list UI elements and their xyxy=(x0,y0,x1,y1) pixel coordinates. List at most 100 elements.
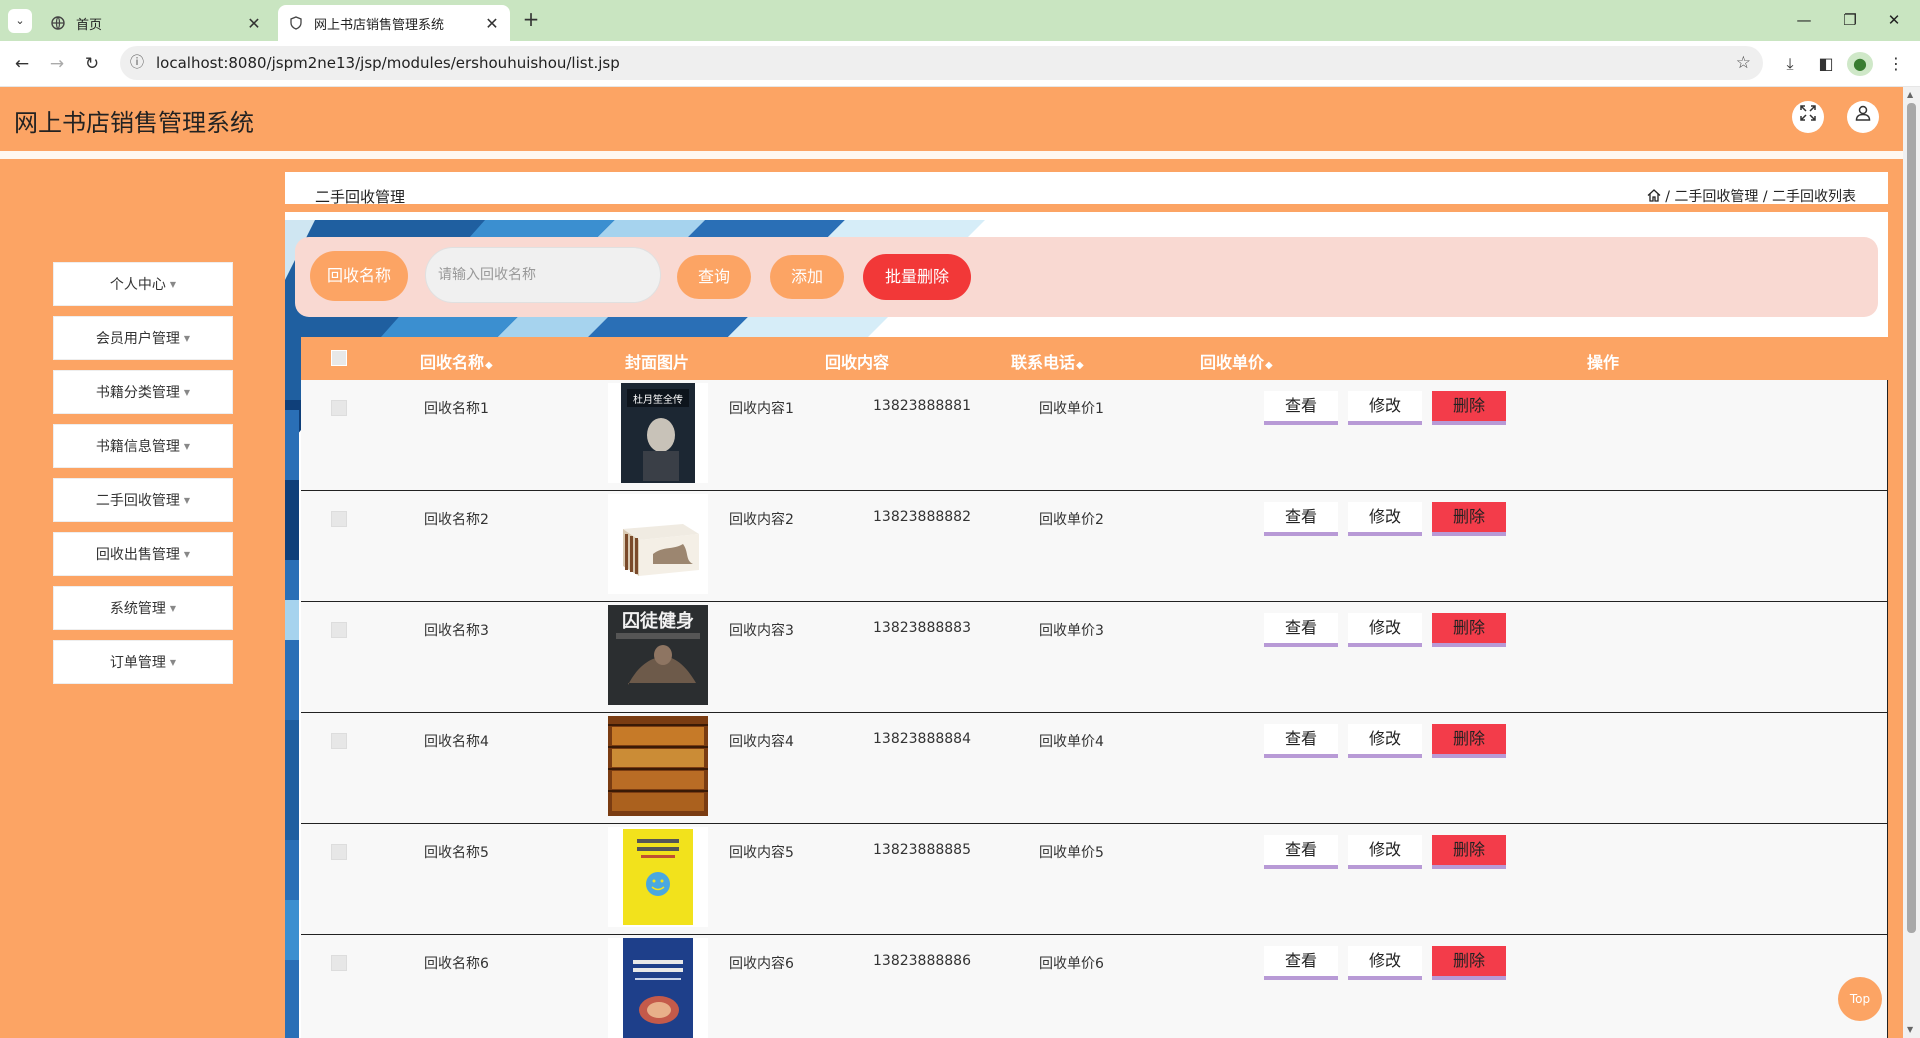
table-row: 回收名称2 回收内容2 13823888882 回收单价2 查看 修改 删除 xyxy=(301,491,1888,602)
edit-button[interactable]: 修改 xyxy=(1348,502,1422,536)
edit-button[interactable]: 修改 xyxy=(1348,391,1422,425)
main-content: 二手回收管理 / 二手回收管理 / 二手回收列表 回收名称 请输入回收名称 查询… xyxy=(285,172,1888,1038)
cover-title-text: 囚徒健身 xyxy=(622,610,694,632)
user-icon[interactable] xyxy=(1847,101,1879,133)
bookmark-star-icon[interactable]: ☆ xyxy=(1736,46,1751,80)
sort-icon[interactable]: ◆ xyxy=(1265,360,1273,371)
recycle-price: 回收单价3 xyxy=(1039,623,1104,639)
url-field[interactable]: ⓘ localhost:8080/jspm2ne13/jsp/modules/e… xyxy=(120,46,1763,80)
sort-icon[interactable]: ◆ xyxy=(485,360,493,371)
contact-phone: 13823888885 xyxy=(873,842,971,858)
profile-icon[interactable]: ● xyxy=(1847,52,1873,76)
cover-image[interactable] xyxy=(608,827,708,927)
column-header-phone[interactable]: 联系电话◆ xyxy=(1011,349,1084,373)
scroll-up-icon[interactable]: ▲ xyxy=(1907,90,1913,99)
breadcrumb-path: / 二手回收管理 / 二手回收列表 xyxy=(1647,186,1856,206)
delete-button[interactable]: 删除 xyxy=(1432,835,1506,869)
sidebar-item-orders[interactable]: 订单管理 ▼ xyxy=(53,640,233,684)
column-header-name[interactable]: 回收名称◆ xyxy=(420,349,493,373)
download-icon[interactable]: ⤓ xyxy=(1777,52,1803,76)
row-checkbox[interactable] xyxy=(331,733,347,749)
delete-button[interactable]: 删除 xyxy=(1432,502,1506,536)
view-button[interactable]: 查看 xyxy=(1264,613,1338,647)
more-menu-icon[interactable]: ⋮ xyxy=(1883,52,1909,76)
delete-button[interactable]: 删除 xyxy=(1432,391,1506,425)
query-button[interactable]: 查询 xyxy=(677,255,751,299)
row-checkbox[interactable] xyxy=(331,844,347,860)
header-divider xyxy=(0,151,1903,159)
caret-down-icon: ▼ xyxy=(183,550,191,559)
minimize-icon[interactable]: — xyxy=(1784,8,1824,32)
scrollbar-thumb[interactable] xyxy=(1907,103,1916,933)
recycle-content: 回收内容1 xyxy=(729,401,794,417)
reload-icon[interactable]: ↻ xyxy=(80,52,104,76)
sidebar-item-profile[interactable]: 个人中心 ▼ xyxy=(53,262,233,306)
contact-phone: 13823888881 xyxy=(873,398,971,414)
sidebar-item-system[interactable]: 系统管理 ▼ xyxy=(53,586,233,630)
view-button[interactable]: 查看 xyxy=(1264,391,1338,425)
delete-button[interactable]: 删除 xyxy=(1432,724,1506,758)
browser-tab-active[interactable]: 网上书店销售管理系统 ✕ xyxy=(278,5,510,41)
delete-button[interactable]: 删除 xyxy=(1432,613,1506,647)
view-button[interactable]: 查看 xyxy=(1264,835,1338,869)
caret-down-icon: ▼ xyxy=(183,442,191,451)
batch-delete-button[interactable]: 批量删除 xyxy=(863,254,971,300)
cover-image[interactable] xyxy=(608,938,708,1038)
browser-tab-home[interactable]: 首页 ✕ xyxy=(40,5,272,41)
page-scrollbar[interactable]: ▲ ▼ xyxy=(1903,87,1920,1038)
recycle-price: 回收单价1 xyxy=(1039,401,1104,417)
tab-search-icon[interactable]: ⌄ xyxy=(8,9,32,33)
caret-down-icon: ▼ xyxy=(169,604,177,613)
breadcrumb-text[interactable]: / 二手回收管理 / 二手回收列表 xyxy=(1665,189,1856,205)
recycle-price: 回收单价5 xyxy=(1039,845,1104,861)
back-icon[interactable]: ← xyxy=(10,52,34,76)
site-info-icon[interactable]: ⓘ xyxy=(130,46,144,80)
column-header-price[interactable]: 回收单价◆ xyxy=(1200,349,1273,373)
fullscreen-icon[interactable] xyxy=(1792,101,1824,133)
row-checkbox[interactable] xyxy=(331,955,347,971)
sidepanel-icon[interactable]: ◧ xyxy=(1813,52,1839,76)
add-button[interactable]: 添加 xyxy=(770,255,844,299)
app-page: 网上书店销售管理系统 个人中心 ▼ 会员用户管理 ▼ 书籍分类管理 ▼ 书籍信息管理 ▼… xyxy=(0,87,1903,1038)
contact-phone: 13823888884 xyxy=(873,731,971,747)
select-all-checkbox[interactable] xyxy=(331,350,347,366)
sidebar-item-recycle[interactable]: 二手回收管理 ▼ xyxy=(53,478,233,522)
page-title: 二手回收管理 xyxy=(315,188,406,206)
sidebar-item-members[interactable]: 会员用户管理 ▼ xyxy=(53,316,233,360)
cover-image[interactable]: 囚徒健身 xyxy=(608,605,708,705)
restore-icon[interactable]: ❐ xyxy=(1830,8,1870,32)
view-button[interactable]: 查看 xyxy=(1264,946,1338,980)
back-to-top-button[interactable]: Top xyxy=(1838,977,1882,1021)
row-checkbox[interactable] xyxy=(331,400,347,416)
edit-button[interactable]: 修改 xyxy=(1348,724,1422,758)
row-checkbox[interactable] xyxy=(331,511,347,527)
table-header: 回收名称◆ 封面图片 回收内容 联系电话◆ 回收单价◆ 操作 xyxy=(301,337,1888,380)
column-header-content: 回收内容 xyxy=(825,353,890,372)
window-close-icon[interactable]: ✕ xyxy=(1874,8,1914,32)
cover-image[interactable] xyxy=(608,494,708,594)
cover-image[interactable] xyxy=(608,716,708,816)
edit-button[interactable]: 修改 xyxy=(1348,613,1422,647)
forward-icon[interactable]: → xyxy=(45,52,69,76)
recycle-content: 回收内容6 xyxy=(729,956,794,972)
tab-close-icon[interactable]: ✕ xyxy=(244,14,264,33)
delete-button[interactable]: 删除 xyxy=(1432,946,1506,980)
sidebar-item-book-categories[interactable]: 书籍分类管理 ▼ xyxy=(53,370,233,414)
table-row: 回收名称4 回收内容4 13823888884 回收单价4 查看 修改 删除 xyxy=(301,713,1888,824)
row-checkbox[interactable] xyxy=(331,622,347,638)
scroll-down-icon[interactable]: ▼ xyxy=(1907,1025,1913,1034)
recycle-name: 回收名称6 xyxy=(424,956,489,972)
sidebar-item-recycle-sales[interactable]: 回收出售管理 ▼ xyxy=(53,532,233,576)
search-input[interactable]: 请输入回收名称 xyxy=(425,247,661,303)
tab-close-icon[interactable]: ✕ xyxy=(482,14,502,33)
sort-icon[interactable]: ◆ xyxy=(1076,360,1084,371)
view-button[interactable]: 查看 xyxy=(1264,502,1338,536)
cover-image[interactable]: 杜月笙全传 xyxy=(608,383,708,483)
recycle-name: 回收名称2 xyxy=(424,512,489,528)
edit-button[interactable]: 修改 xyxy=(1348,835,1422,869)
home-icon[interactable] xyxy=(1647,189,1665,205)
sidebar-item-books[interactable]: 书籍信息管理 ▼ xyxy=(53,424,233,468)
view-button[interactable]: 查看 xyxy=(1264,724,1338,758)
edit-button[interactable]: 修改 xyxy=(1348,946,1422,980)
new-tab-icon[interactable]: + xyxy=(520,9,542,31)
